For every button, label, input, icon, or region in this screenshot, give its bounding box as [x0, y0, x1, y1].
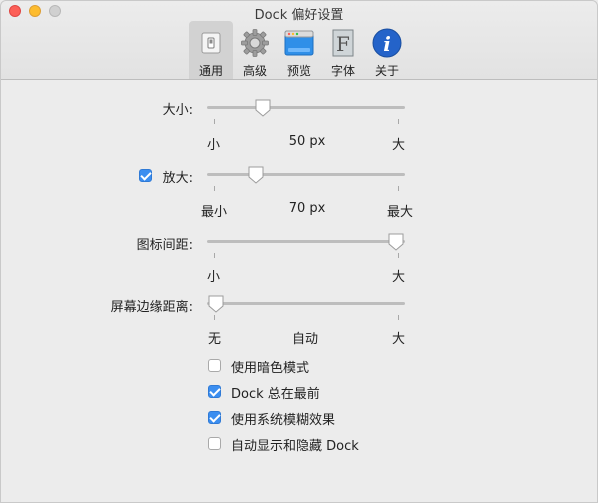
slider-tick: [398, 253, 399, 258]
magnification-slider-thumb[interactable]: [247, 166, 265, 184]
size-label: 大小:: [162, 103, 193, 118]
tab-label: 关于: [374, 64, 399, 78]
magnification-min-label: 最小: [201, 205, 228, 220]
tab-label: 通用: [198, 64, 223, 78]
preferences-toolbar: 通用 高级 预览 F 字体 i 关于: [189, 21, 409, 79]
general-icon: [195, 27, 227, 59]
slider-tick: [398, 119, 399, 124]
screen-edge-distance-label: 屏幕边缘距离:: [110, 300, 193, 315]
info-icon: i: [371, 27, 403, 59]
tab-label: 字体: [330, 64, 355, 78]
slider-tick: [398, 315, 399, 320]
screen-edge-min-label: 无: [208, 332, 222, 347]
dock-always-on-top-checkbox[interactable]: [208, 385, 221, 398]
tab-advanced[interactable]: 高级: [233, 21, 277, 79]
tab-preview[interactable]: 预览: [277, 21, 321, 79]
icon-spacing-slider-thumb[interactable]: [387, 233, 405, 251]
system-blur-label: 使用系统模糊效果: [231, 413, 336, 428]
svg-text:i: i: [383, 32, 391, 56]
icon-spacing-label: 图标间距:: [136, 238, 193, 253]
dock-always-on-top-label: Dock 总在最前: [231, 387, 320, 402]
dark-mode-label: 使用暗色模式: [231, 361, 310, 376]
screen-edge-max-label: 大: [392, 332, 406, 347]
tab-label: 预览: [286, 64, 311, 78]
system-blur-checkbox[interactable]: [208, 411, 221, 424]
slider-tick: [398, 186, 399, 191]
slider-tick: [214, 315, 215, 320]
magnification-value-label: 70 px: [288, 201, 326, 216]
icon-spacing-max-label: 大: [392, 270, 406, 285]
slider-tick: [214, 186, 215, 191]
screen-edge-slider-track[interactable]: [207, 302, 405, 305]
size-slider-track[interactable]: [207, 106, 405, 109]
magnification-label: 放大:: [162, 171, 193, 186]
screen-edge-value-label: 自动: [291, 332, 318, 347]
size-slider-thumb[interactable]: [254, 99, 272, 117]
preview-window-icon: [283, 27, 315, 59]
size-value-label: 50 px: [288, 134, 326, 149]
slider-tick: [214, 253, 215, 258]
tab-fonts[interactable]: F 字体: [321, 21, 365, 79]
size-max-label: 大: [392, 138, 406, 153]
screen-edge-slider-thumb[interactable]: [207, 295, 225, 313]
gear-icon: [239, 27, 271, 59]
auto-hide-dock-checkbox[interactable]: [208, 437, 221, 450]
font-icon: F: [327, 27, 359, 59]
tab-about[interactable]: i 关于: [365, 21, 409, 79]
auto-hide-dock-label: 自动显示和隐藏 Dock: [231, 439, 359, 454]
slider-tick: [214, 119, 215, 124]
tab-general[interactable]: 通用: [189, 21, 233, 79]
magnification-max-label: 最大: [387, 205, 414, 220]
title-bar: Dock 偏好设置 通用 高级 预览 F 字体 i 关于: [1, 1, 597, 80]
tab-label: 高级: [242, 64, 267, 78]
svg-text:F: F: [336, 32, 350, 56]
preferences-window: Dock 偏好设置 通用 高级 预览 F 字体 i 关于 大小: 小 50 px…: [0, 0, 598, 503]
magnification-slider-track[interactable]: [207, 173, 405, 176]
dark-mode-checkbox[interactable]: [208, 359, 221, 372]
icon-spacing-slider-track[interactable]: [207, 240, 405, 243]
icon-spacing-min-label: 小: [207, 270, 221, 285]
size-min-label: 小: [207, 138, 221, 153]
